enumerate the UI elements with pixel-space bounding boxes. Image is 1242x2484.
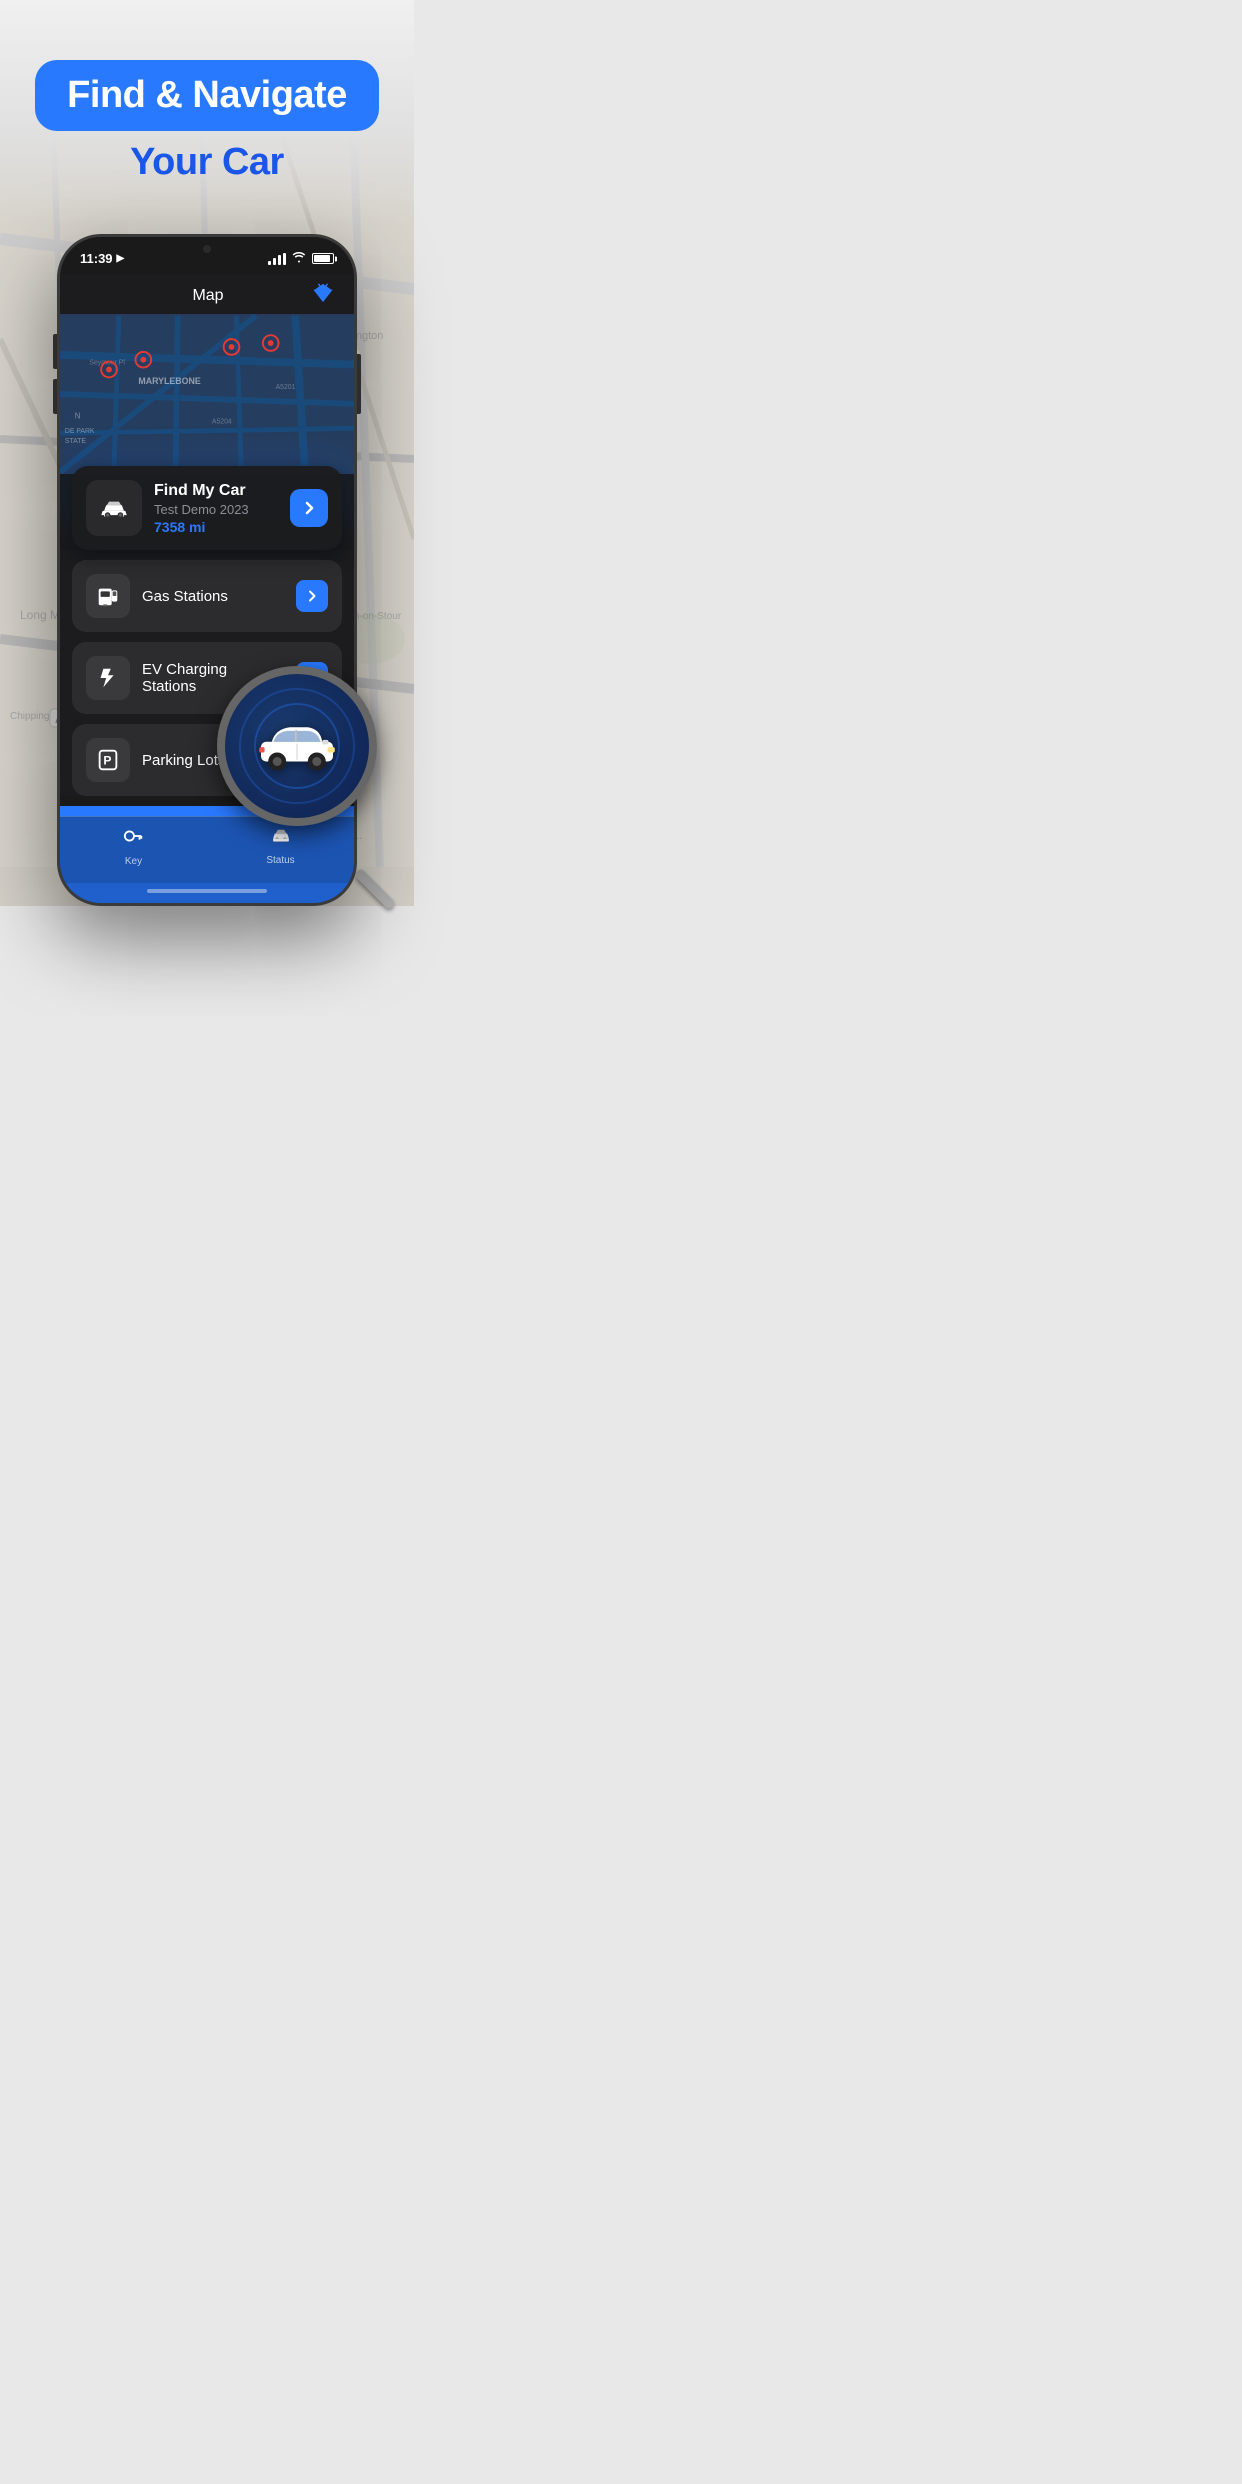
svg-text:DE PARK: DE PARK	[65, 428, 95, 435]
gas-stations-label: Gas Stations	[142, 588, 284, 605]
find-car-distance: 7358 mi	[154, 519, 278, 535]
find-car-title: Find My Car	[154, 482, 278, 500]
parking-icon-box: P	[86, 738, 130, 782]
page-wrapper: Long M... Chipping Campde... Ettington .…	[0, 0, 414, 906]
phone-notch	[167, 237, 247, 261]
battery-icon	[312, 253, 334, 264]
svg-text:N: N	[75, 412, 81, 421]
magnify-glass-container	[217, 666, 397, 846]
svg-text:STATE: STATE	[65, 438, 87, 445]
gas-pump-icon	[95, 583, 121, 609]
hero-subtitle: Your Car	[130, 141, 284, 184]
key-icon	[123, 825, 145, 853]
car-icon	[97, 491, 131, 525]
hero-title: Find & Navigate	[67, 74, 347, 116]
parking-icon: P	[95, 747, 121, 773]
car-icon-box	[86, 480, 142, 536]
find-my-car-card[interactable]: Find My Car Test Demo 2023 7358 mi	[72, 466, 342, 550]
status-icons	[268, 252, 334, 266]
tab-key-label: Key	[125, 856, 142, 867]
wifi-icon	[292, 252, 306, 266]
car-glass-icon	[252, 716, 342, 771]
front-camera	[203, 245, 211, 253]
svg-text:MARYLEBONE: MARYLEBONE	[138, 376, 200, 386]
find-car-subtitle: Test Demo 2023	[154, 502, 278, 517]
premium-icon	[312, 282, 334, 310]
svg-text:A5204: A5204	[212, 418, 232, 425]
car-in-glass	[252, 716, 342, 776]
chevron-right-icon	[305, 589, 319, 603]
nav-title: Map	[104, 287, 312, 305]
chevron-right-icon	[301, 500, 317, 516]
svg-text:Seymour Pl: Seymour Pl	[89, 360, 125, 367]
ev-charging-icon-box	[86, 656, 130, 700]
svg-text:A5201: A5201	[276, 384, 296, 391]
find-car-info: Find My Car Test Demo 2023 7358 mi	[154, 482, 278, 535]
magnify-glass	[217, 666, 377, 826]
signal-icon	[268, 253, 286, 265]
svg-text:P: P	[103, 754, 111, 768]
find-car-arrow-button[interactable]	[290, 489, 328, 527]
nav-bar: Map	[60, 274, 354, 314]
home-indicator	[60, 883, 354, 903]
hero-section: Find & Navigate Your Car	[0, 0, 414, 224]
hero-badge: Find & Navigate	[35, 60, 379, 131]
gas-stations-arrow[interactable]	[296, 580, 328, 612]
ev-charger-icon	[95, 665, 121, 691]
phone-mockup: 11:39 ▶	[57, 234, 357, 906]
power-button	[357, 354, 361, 414]
map-view[interactable]: MARYLEBONE N DE PARK STATE Seymour Pl A5…	[60, 314, 354, 474]
status-time: 11:39 ▶	[80, 251, 124, 266]
find-my-car-section: Find My Car Test Demo 2023 7358 mi	[60, 466, 354, 550]
tab-key[interactable]: Key	[104, 825, 164, 867]
tab-status-label: Status	[266, 855, 294, 866]
gas-stations-icon-box	[86, 574, 130, 618]
gas-stations-item[interactable]: Gas Stations	[72, 560, 342, 632]
